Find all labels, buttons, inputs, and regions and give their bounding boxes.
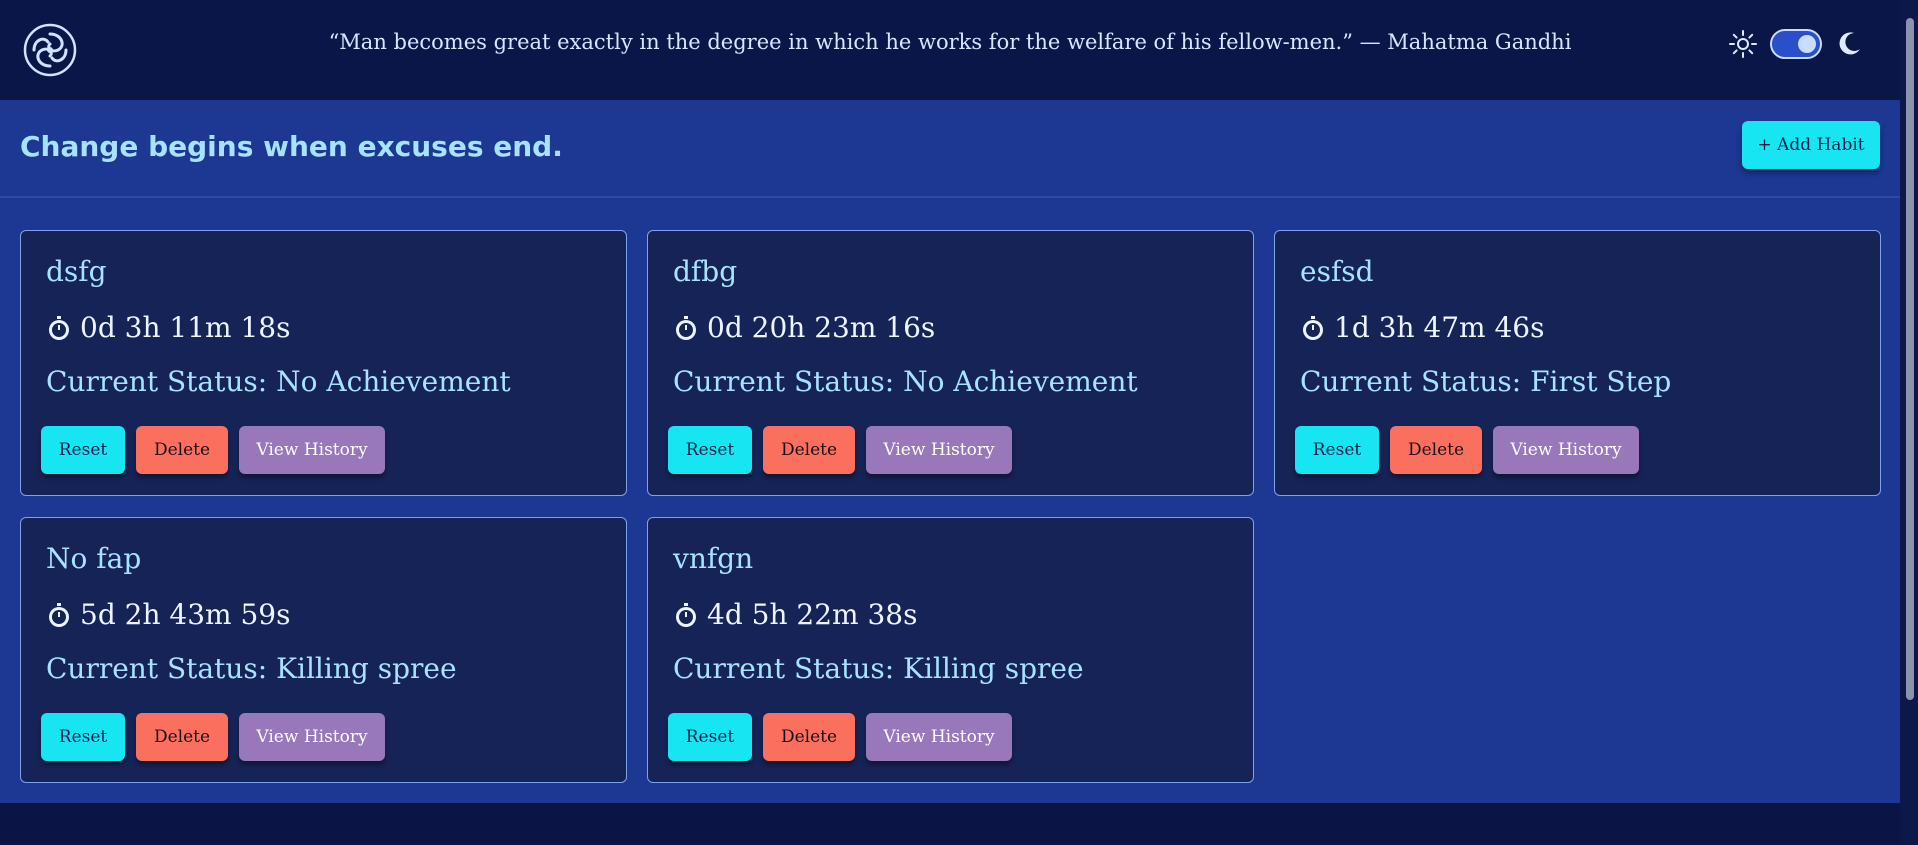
habit-name: No fap (46, 542, 142, 575)
habit-actions: Reset Delete View History (1295, 426, 1639, 474)
habit-timer: 5d 2h 43m 59s (46, 598, 290, 631)
delete-button[interactable]: Delete (1390, 426, 1482, 474)
habit-actions: Reset Delete View History (668, 713, 1012, 761)
habit-timer: 4d 5h 22m 38s (673, 598, 917, 631)
reset-button[interactable]: Reset (1295, 426, 1379, 474)
habit-status: Current Status: No Achievement (673, 365, 1138, 398)
reset-button[interactable]: Reset (41, 713, 125, 761)
stopwatch-icon (673, 602, 699, 628)
habit-status: Current Status: First Step (1300, 365, 1672, 398)
habit-status: Current Status: No Achievement (46, 365, 511, 398)
footer (0, 803, 1900, 845)
theme-toggle (1728, 26, 1864, 62)
habit-actions: Reset Delete View History (668, 426, 1012, 474)
habit-name: dsfg (46, 255, 107, 288)
delete-button[interactable]: Delete (763, 713, 855, 761)
habit-timer-value: 4d 5h 22m 38s (707, 598, 918, 631)
habit-card: esfsd 1d 3h 47m 46s Current Status: Firs… (1274, 230, 1881, 496)
theme-switch[interactable] (1770, 29, 1822, 59)
reset-button[interactable]: Reset (668, 713, 752, 761)
habit-grid: dsfg 0d 3h 11m 18s Current Status: No Ac… (20, 230, 1881, 783)
scrollbar-thumb[interactable] (1906, 18, 1914, 700)
header-quote: “Man becomes great exactly in the degree… (328, 30, 1572, 54)
stopwatch-icon (46, 602, 72, 628)
reset-button[interactable]: Reset (668, 426, 752, 474)
view-history-button[interactable]: View History (866, 713, 1012, 761)
habit-card: vnfgn 4d 5h 22m 38s Current Status: Kill… (647, 517, 1254, 783)
stopwatch-icon (673, 315, 699, 341)
habit-timer: 1d 3h 47m 46s (1300, 311, 1544, 344)
habit-card: dsfg 0d 3h 11m 18s Current Status: No Ac… (20, 230, 627, 496)
app: “Man becomes great exactly in the degree… (0, 0, 1918, 845)
habit-name: dfbg (673, 255, 738, 288)
add-habit-button[interactable]: + Add Habit (1742, 121, 1880, 169)
delete-button[interactable]: Delete (136, 426, 228, 474)
habit-timer-value: 0d 20h 23m 16s (707, 311, 936, 344)
main-section: Change begins when excuses end. + Add Ha… (0, 100, 1900, 803)
scrollbar[interactable] (1900, 0, 1918, 845)
habit-status: Current Status: Killing spree (673, 652, 1084, 685)
moon-icon (1834, 29, 1864, 59)
habit-timer-value: 1d 3h 47m 46s (1334, 311, 1545, 344)
stopwatch-icon (46, 315, 72, 341)
view-history-button[interactable]: View History (866, 426, 1012, 474)
top-bar: “Man becomes great exactly in the degree… (0, 0, 1900, 100)
stopwatch-icon (1300, 315, 1326, 341)
view-history-button[interactable]: View History (239, 426, 385, 474)
habit-name: esfsd (1300, 255, 1374, 288)
delete-button[interactable]: Delete (136, 713, 228, 761)
reset-button[interactable]: Reset (41, 426, 125, 474)
habit-actions: Reset Delete View History (41, 713, 385, 761)
habit-timer: 0d 3h 11m 18s (46, 311, 290, 344)
habit-status: Current Status: Killing spree (46, 652, 457, 685)
view-history-button[interactable]: View History (1493, 426, 1639, 474)
view-history-button[interactable]: View History (239, 713, 385, 761)
habit-card: No fap 5d 2h 43m 59s Current Status: Kil… (20, 517, 627, 783)
page-title: Change begins when excuses end. (20, 130, 563, 163)
hero-bar: Change begins when excuses end. + Add Ha… (0, 100, 1900, 198)
delete-button[interactable]: Delete (763, 426, 855, 474)
habit-actions: Reset Delete View History (41, 426, 385, 474)
habit-timer: 0d 20h 23m 16s (673, 311, 935, 344)
habit-timer-value: 0d 3h 11m 18s (80, 311, 291, 344)
habit-card: dfbg 0d 20h 23m 16s Current Status: No A… (647, 230, 1254, 496)
sun-icon (1728, 29, 1758, 59)
theme-switch-knob (1798, 35, 1816, 53)
habit-name: vnfgn (673, 542, 754, 575)
habit-timer-value: 5d 2h 43m 59s (80, 598, 291, 631)
